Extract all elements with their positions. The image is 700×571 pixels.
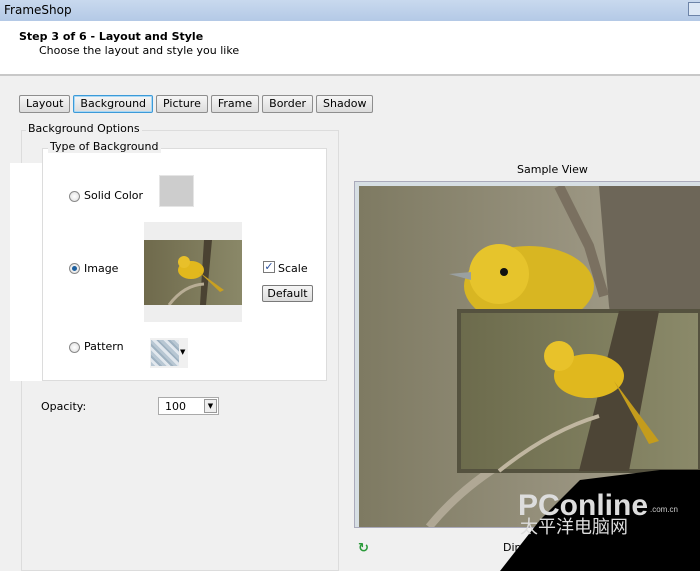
tab-shadow[interactable]: Shadow — [316, 95, 374, 113]
tab-frame[interactable]: Frame — [210, 95, 260, 113]
opacity-label: Opacity: — [41, 400, 87, 413]
step-title: Step 3 of 6 - Layout and Style — [19, 30, 204, 43]
pattern-swatch — [151, 340, 179, 366]
solid-color-swatch[interactable] — [159, 175, 194, 207]
chevron-down-icon: ▼ — [180, 348, 186, 356]
opacity-dropdown-arrow[interactable]: ▼ — [204, 399, 217, 413]
refresh-icon[interactable]: ↻ — [358, 541, 369, 556]
pconline-watermark: PConline .com.cn 太平洋电脑网 — [500, 470, 700, 571]
pattern-dropdown[interactable]: ▼ — [150, 338, 188, 368]
tab-picture[interactable]: Picture — [156, 95, 208, 113]
type-of-background-label: Type of Background — [48, 140, 161, 153]
title-bar: FrameShop — [0, 0, 700, 21]
tab-bar: Layout Background Picture Frame Border S… — [19, 95, 374, 113]
tab-background[interactable]: Background — [73, 95, 154, 113]
bird-thumbnail-image — [144, 240, 242, 305]
pattern-radio[interactable] — [69, 342, 80, 353]
pattern-label: Pattern — [84, 340, 124, 353]
image-label: Image — [84, 262, 119, 275]
svg-text:太平洋电脑网: 太平洋电脑网 — [520, 517, 628, 538]
default-button[interactable]: Default — [262, 285, 313, 302]
tab-layout[interactable]: Layout — [19, 95, 71, 113]
solid-color-label: Solid Color — [84, 189, 144, 202]
opacity-input[interactable]: 100 ▼ — [158, 397, 219, 415]
sample-view-label: Sample View — [517, 163, 588, 176]
panel-background — [10, 163, 43, 381]
tab-border[interactable]: Border — [262, 95, 314, 113]
opacity-value: 100 — [165, 400, 186, 413]
minimize-button[interactable] — [688, 2, 700, 16]
svg-text:.com.cn: .com.cn — [650, 505, 678, 514]
scale-checkbox[interactable]: ✓ — [263, 261, 275, 273]
background-options-label: Background Options — [26, 122, 142, 135]
image-radio[interactable] — [69, 263, 80, 274]
step-subtitle: Choose the layout and style you like — [39, 44, 240, 57]
solid-color-radio[interactable] — [69, 191, 80, 202]
scale-label: Scale — [278, 262, 308, 275]
wizard-header: Step 3 of 6 - Layout and Style Choose th… — [0, 21, 700, 76]
background-image-thumbnail[interactable] — [144, 222, 242, 322]
window-title: FrameShop — [4, 3, 72, 17]
